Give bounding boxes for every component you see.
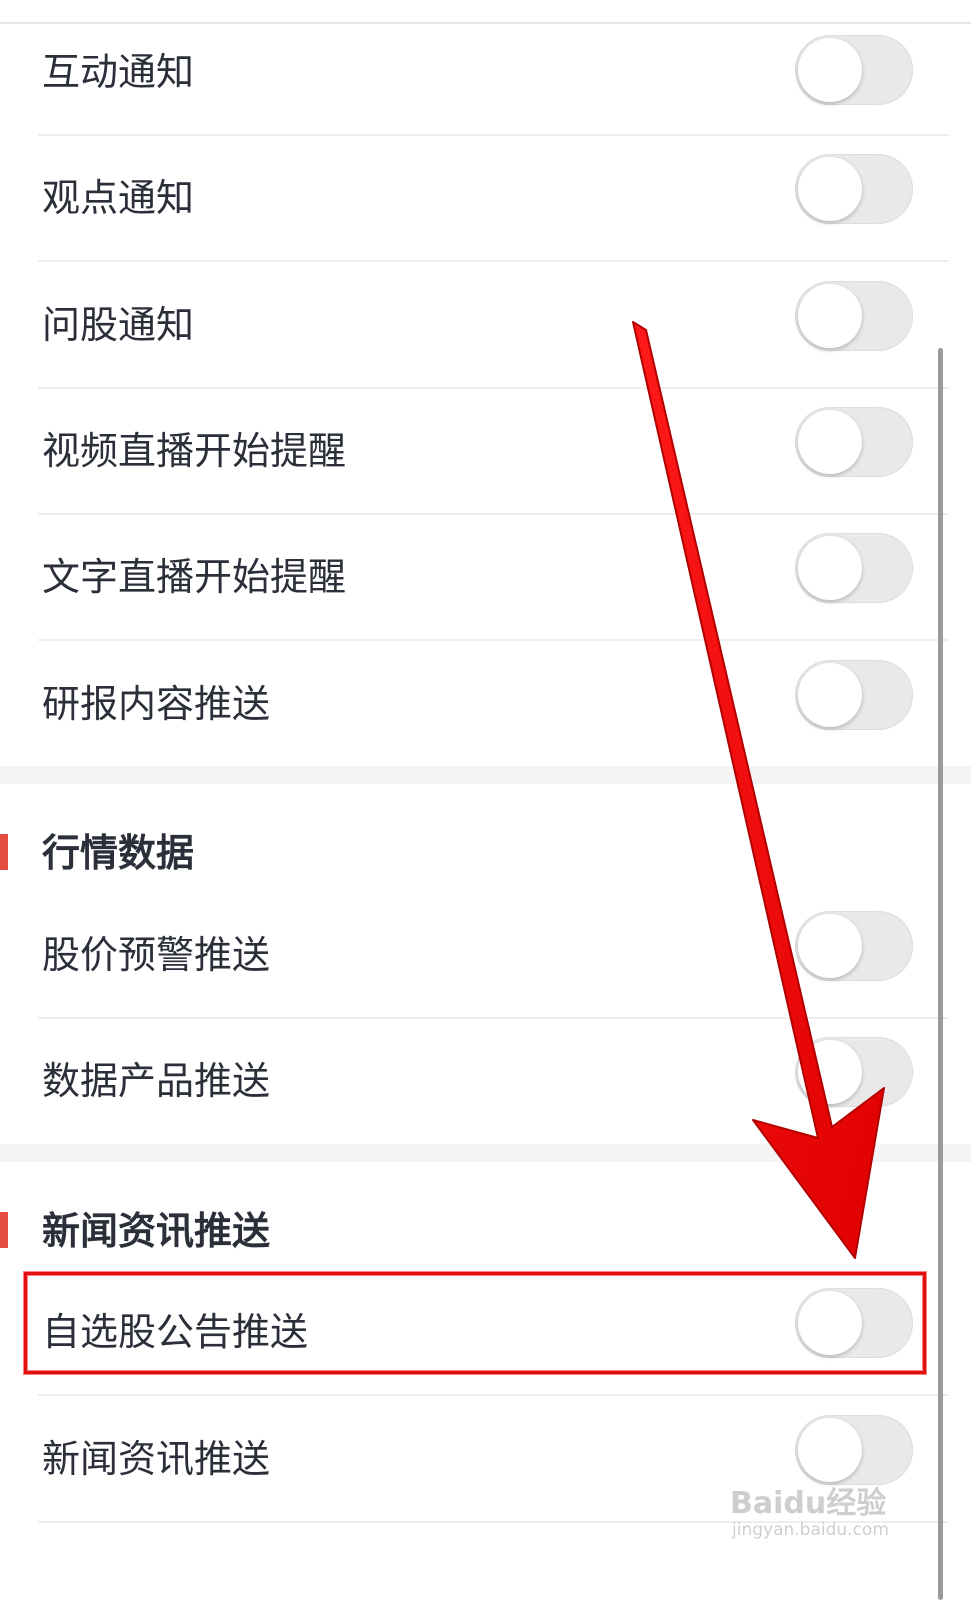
section-header-news-push: 新闻资讯推送 bbox=[0, 1186, 971, 1276]
watermark-domain: jingyan.baidu.com bbox=[732, 1520, 889, 1540]
toggle-knob bbox=[798, 536, 862, 600]
toggle-knob bbox=[798, 410, 862, 474]
setting-row-research-report-push[interactable]: 研报内容推送 bbox=[0, 640, 971, 768]
toggle-knob bbox=[798, 38, 862, 102]
toggle-knob bbox=[798, 1291, 862, 1355]
scrollbar[interactable] bbox=[938, 348, 943, 1600]
section-accent-bar bbox=[0, 834, 8, 870]
setting-label: 文字直播开始提醒 bbox=[42, 555, 347, 599]
section-title: 新闻资讯推送 bbox=[42, 1209, 271, 1253]
section-header-market-data: 行情数据 bbox=[0, 808, 971, 898]
data-product-push-toggle[interactable] bbox=[795, 1037, 913, 1107]
setting-label: 互动通知 bbox=[42, 50, 195, 94]
video-live-reminder-toggle[interactable] bbox=[795, 407, 913, 477]
setting-row-data-product-push[interactable]: 数据产品推送 bbox=[0, 1017, 971, 1145]
stock-question-notice-toggle[interactable] bbox=[795, 281, 913, 351]
setting-label: 研报内容推送 bbox=[42, 682, 271, 726]
opinion-notice-toggle[interactable] bbox=[795, 154, 913, 224]
baidu-jingyan-watermark: Baidu经验 jingyan.baidu.com bbox=[730, 1470, 930, 1550]
setting-row-interaction-notice[interactable]: 互动通知 bbox=[0, 8, 971, 136]
text-live-reminder-toggle[interactable] bbox=[795, 533, 913, 603]
setting-row-opinion-notice[interactable]: 观点通知 bbox=[0, 134, 971, 262]
watchlist-announcement-push-toggle[interactable] bbox=[795, 1288, 913, 1358]
toggle-knob bbox=[798, 663, 862, 727]
setting-row-video-live-reminder[interactable]: 视频直播开始提醒 bbox=[0, 387, 971, 515]
toggle-knob bbox=[798, 914, 862, 978]
setting-label: 问股通知 bbox=[42, 303, 195, 347]
setting-label: 视频直播开始提醒 bbox=[42, 429, 347, 473]
setting-label: 股价预警推送 bbox=[42, 933, 271, 977]
price-alert-push-toggle[interactable] bbox=[795, 911, 913, 981]
setting-label: 观点通知 bbox=[42, 176, 195, 220]
setting-label: 自选股公告推送 bbox=[42, 1310, 309, 1354]
toggle-knob bbox=[798, 1040, 862, 1104]
section-gap bbox=[0, 1144, 971, 1162]
setting-label: 数据产品推送 bbox=[42, 1059, 271, 1103]
watermark-brand: Baidu经验 bbox=[730, 1486, 887, 1521]
research-report-push-toggle[interactable] bbox=[795, 660, 913, 730]
setting-row-stock-question-notice[interactable]: 问股通知 bbox=[0, 261, 971, 389]
section-accent-bar bbox=[0, 1212, 8, 1248]
setting-row-price-alert-push[interactable]: 股价预警推送 bbox=[0, 891, 971, 1019]
interaction-notice-toggle[interactable] bbox=[795, 35, 913, 105]
setting-label: 新闻资讯推送 bbox=[42, 1437, 271, 1481]
toggle-knob bbox=[798, 284, 862, 348]
setting-row-text-live-reminder[interactable]: 文字直播开始提醒 bbox=[0, 513, 971, 641]
section-gap bbox=[0, 766, 971, 784]
toggle-knob bbox=[798, 157, 862, 221]
section-title: 行情数据 bbox=[42, 831, 195, 875]
setting-row-watchlist-announcement-push[interactable]: 自选股公告推送 bbox=[0, 1268, 971, 1396]
